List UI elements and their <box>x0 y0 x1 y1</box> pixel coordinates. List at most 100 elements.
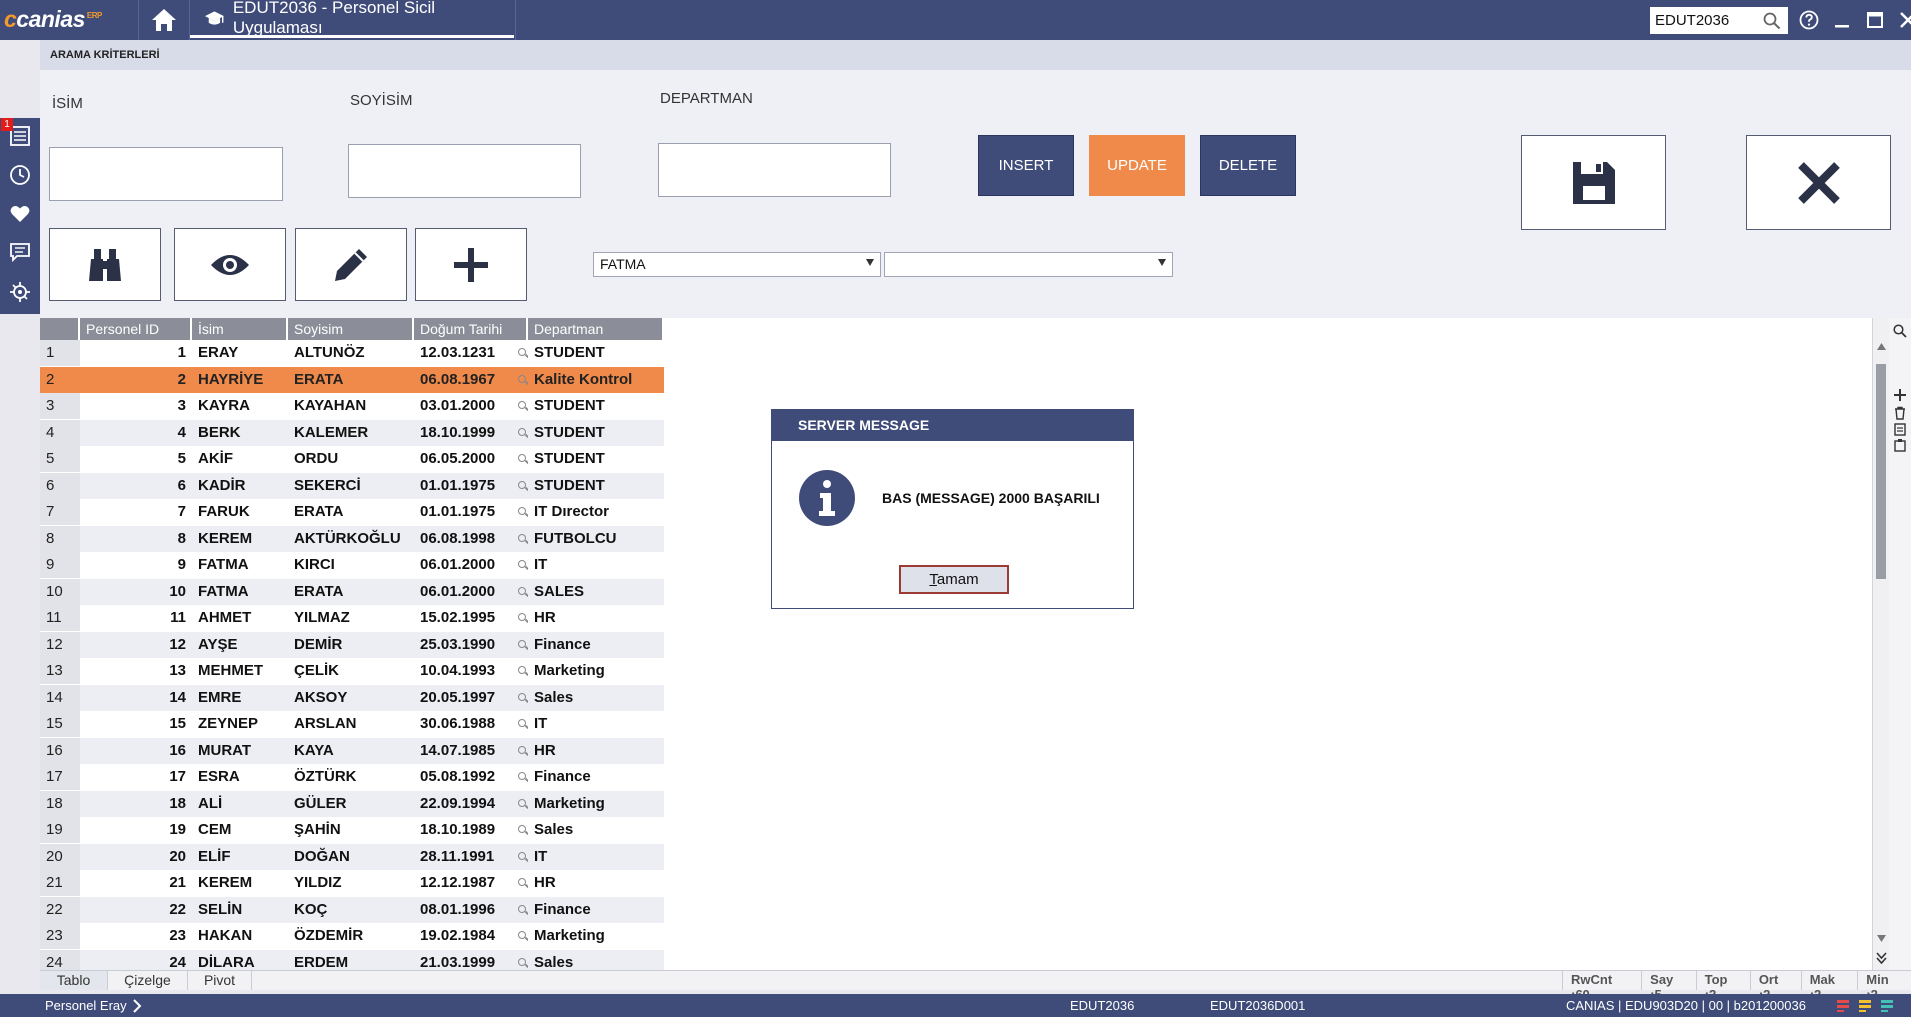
cell-dogum-tarihi[interactable]: 28.11.1991 <box>414 843 528 870</box>
cell-departman[interactable]: IT Dırector <box>528 499 664 525</box>
home-button[interactable] <box>140 0 188 40</box>
row-number[interactable]: 21 <box>40 870 80 896</box>
maximize-button[interactable] <box>1862 7 1887 32</box>
cell-departman[interactable]: IT <box>528 711 664 737</box>
row-number[interactable]: 19 <box>40 817 80 843</box>
cell-soyisim[interactable]: ALTUNÖZ <box>288 340 414 366</box>
cell-dogum-tarihi[interactable]: 22.09.1994 <box>414 790 528 817</box>
top-search-box[interactable] <box>1650 7 1788 34</box>
grid-vertical-scrollbar[interactable] <box>1872 318 1889 970</box>
cell-personel-id[interactable]: 13 <box>80 658 192 684</box>
cell-isim[interactable]: ERAY <box>192 340 288 366</box>
grid-header-id[interactable]: Personel ID <box>80 318 192 340</box>
cell-personel-id[interactable]: 10 <box>80 578 192 605</box>
cell-isim[interactable]: AHMET <box>192 605 288 631</box>
cell-dogum-tarihi[interactable]: 01.01.1975 <box>414 499 528 525</box>
table-row[interactable]: 9 9 FATMA KIRCI 06.01.2000 IT <box>40 552 664 578</box>
cell-soyisim[interactable]: ERATA <box>288 578 414 605</box>
date-lookup-icon[interactable] <box>518 666 526 674</box>
date-lookup-icon[interactable] <box>518 798 526 807</box>
table-row[interactable]: 17 17 ESRA ÖZTÜRK 05.08.1992 Finance <box>40 764 664 790</box>
cell-personel-id[interactable]: 16 <box>80 737 192 764</box>
top-search-input[interactable] <box>1655 12 1763 29</box>
cell-dogum-tarihi[interactable]: 06.01.2000 <box>414 552 528 578</box>
row-number[interactable]: 13 <box>40 658 80 684</box>
cell-soyisim[interactable]: KIRCI <box>288 552 414 578</box>
cell-isim[interactable]: ALİ <box>192 790 288 817</box>
cell-departman[interactable]: STUDENT <box>528 393 664 419</box>
cell-departman[interactable]: HR <box>528 870 664 896</box>
cell-soyisim[interactable]: AKTÜRKOĞLU <box>288 525 414 552</box>
cell-departman[interactable]: FUTBOLCU <box>528 525 664 552</box>
date-lookup-icon[interactable] <box>518 772 526 780</box>
date-lookup-icon[interactable] <box>518 719 526 727</box>
cell-isim[interactable]: MURAT <box>192 737 288 764</box>
cell-personel-id[interactable]: 11 <box>80 605 192 631</box>
cell-dogum-tarihi[interactable]: 12.12.1987 <box>414 870 528 896</box>
table-row[interactable]: 22 22 SELİN KOÇ 08.01.1996 Finance <box>40 896 664 923</box>
row-number[interactable]: 6 <box>40 472 80 499</box>
cell-dogum-tarihi[interactable]: 14.07.1985 <box>414 737 528 764</box>
row-number[interactable]: 5 <box>40 446 80 472</box>
red-layout-icon[interactable] <box>1836 999 1850 1013</box>
date-lookup-icon[interactable] <box>518 613 526 621</box>
rail-favorites-button[interactable] <box>8 202 32 226</box>
name-filter-dropdown[interactable]: FATMA <box>593 252 881 277</box>
status-user[interactable]: Personel Eray <box>45 998 127 1013</box>
date-lookup-icon[interactable] <box>518 374 526 383</box>
row-number[interactable]: 14 <box>40 684 80 711</box>
date-lookup-icon[interactable] <box>518 851 526 860</box>
cell-personel-id[interactable]: 1 <box>80 340 192 366</box>
cell-dogum-tarihi[interactable]: 15.02.1995 <box>414 605 528 631</box>
cell-soyisim[interactable]: ÖZTÜRK <box>288 764 414 790</box>
cell-departman[interactable]: STUDENT <box>528 446 664 472</box>
cell-isim[interactable]: ESRA <box>192 764 288 790</box>
tab-pivot[interactable]: Pivot <box>188 971 252 990</box>
cell-isim[interactable]: KADİR <box>192 472 288 499</box>
row-number[interactable]: 7 <box>40 499 80 525</box>
cell-departman[interactable]: STUDENT <box>528 419 664 446</box>
row-number[interactable]: 23 <box>40 923 80 949</box>
table-row[interactable]: 12 12 AYŞE DEMİR 25.03.1990 Finance <box>40 631 664 658</box>
table-row[interactable]: 6 6 KADİR SEKERCİ 01.01.1975 STUDENT <box>40 472 664 499</box>
cell-soyisim[interactable]: KAYA <box>288 737 414 764</box>
cell-personel-id[interactable]: 5 <box>80 446 192 472</box>
cell-dogum-tarihi[interactable]: 06.01.2000 <box>414 578 528 605</box>
cell-departman[interactable]: HR <box>528 605 664 631</box>
cell-soyisim[interactable]: ŞAHİN <box>288 817 414 843</box>
paste-row-icon[interactable] <box>1893 438 1907 452</box>
cell-departman[interactable]: Finance <box>528 896 664 923</box>
cell-dogum-tarihi[interactable]: 19.02.1984 <box>414 923 528 949</box>
row-number[interactable]: 15 <box>40 711 80 737</box>
cell-isim[interactable]: FATMA <box>192 578 288 605</box>
cell-departman[interactable]: Finance <box>528 764 664 790</box>
minimize-button[interactable] <box>1829 7 1854 32</box>
cell-isim[interactable]: AKİF <box>192 446 288 472</box>
cell-soyisim[interactable]: ÇELİK <box>288 658 414 684</box>
table-row[interactable]: 1 1 ERAY ALTUNÖZ 12.03.1231 STUDENT <box>40 340 664 366</box>
date-lookup-icon[interactable] <box>518 348 526 356</box>
cell-dogum-tarihi[interactable]: 06.08.1967 <box>414 366 528 393</box>
cell-dogum-tarihi[interactable]: 25.03.1990 <box>414 631 528 658</box>
cell-departman[interactable]: Marketing <box>528 658 664 684</box>
isim-field[interactable] <box>49 147 283 201</box>
row-number[interactable]: 1 <box>40 340 80 366</box>
departman-field[interactable] <box>658 143 891 197</box>
row-number[interactable]: 16 <box>40 737 80 764</box>
add-button[interactable] <box>415 228 527 301</box>
cell-isim[interactable]: HAKAN <box>192 923 288 949</box>
cell-soyisim[interactable]: ARSLAN <box>288 711 414 737</box>
cell-departman[interactable]: Kalite Kontrol <box>528 366 664 393</box>
date-lookup-icon[interactable] <box>518 507 526 515</box>
cell-soyisim[interactable]: KOÇ <box>288 896 414 923</box>
cell-dogum-tarihi[interactable]: 20.05.1997 <box>414 684 528 711</box>
delete-row-icon[interactable] <box>1893 406 1907 420</box>
cell-personel-id[interactable]: 12 <box>80 631 192 658</box>
rail-history-button[interactable] <box>8 163 32 187</box>
date-lookup-icon[interactable] <box>518 533 526 542</box>
row-number[interactable]: 10 <box>40 578 80 605</box>
cell-isim[interactable]: ZEYNEP <box>192 711 288 737</box>
cell-departman[interactable]: Sales <box>528 817 664 843</box>
date-lookup-icon[interactable] <box>518 586 526 595</box>
cell-personel-id[interactable]: 9 <box>80 552 192 578</box>
